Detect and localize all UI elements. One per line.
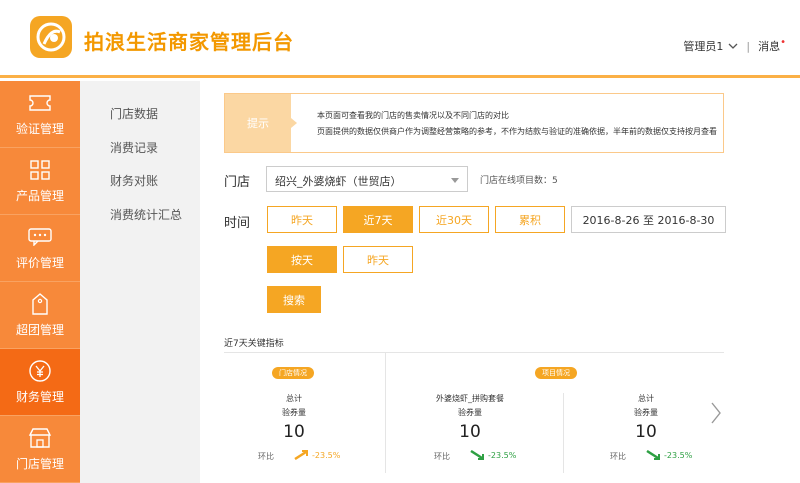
tip-label: 提示 [225,94,297,152]
main-nav: 验证管理 产品管理 评价管理 超团管理 财务管理 门店管理 [0,81,80,483]
subnav-item-reconciliation[interactable]: 财务对账 [110,172,158,189]
subnav-item-consumption-records[interactable]: 消费记录 [110,139,158,156]
store-select-value: 绍兴_外婆烧虾（世贸店） [275,175,402,188]
kpi-card-value: 10 [283,422,305,442]
nav-label: 评价管理 [15,255,64,270]
nav-label: 验证管理 [15,121,64,136]
kpi-card-change: -23.5% [488,451,517,460]
kpi-card-change: -23.5% [664,451,693,460]
trend-up-icon [294,450,308,460]
page: 拍浪生活商家管理后台 管理员1 | 消息 • 验证管理 产品管理 评价管理 超团… [0,0,800,483]
nav-item-reviews[interactable]: 评价管理 [0,215,80,282]
nav-item-finance[interactable]: 财务管理 [0,349,80,416]
nav-label: 门店管理 [15,456,64,471]
subnav-item-consumption-summary[interactable]: 消费统计汇总 [110,206,182,223]
kpi-card-metric: 验券量 [634,408,658,417]
chevron-right-icon[interactable] [710,401,722,425]
separator: | [746,39,751,53]
header: 拍浪生活商家管理后台 管理员1 | 消息 • [0,0,800,78]
sub-nav: 门店数据 消费记录 财务对账 消费统计汇总 [80,81,200,483]
kpi-card-compare-label: 环比 [434,452,450,461]
brand-title: 拍浪生活商家管理后台 [84,30,294,54]
time-cumulative-button[interactable]: 累积 [495,206,565,233]
caret-down-icon [451,178,459,183]
kpi-divider-vertical [563,393,564,473]
nav-item-groupbuy[interactable]: 超团管理 [0,282,80,349]
subnav-item-store-data[interactable]: 门店数据 [110,105,158,122]
store-status-badge: 门店情况 [272,367,314,379]
comment-icon [28,226,52,248]
logo [30,16,72,58]
kpi-card-metric: 验券量 [458,408,482,417]
user-menu[interactable]: 管理员1 [683,38,723,54]
search-button[interactable]: 搜索 [267,286,321,313]
nav-item-products[interactable]: 产品管理 [0,148,80,215]
kpi-card-compare-label: 环比 [258,452,274,461]
kpi-card-compare-label: 环比 [610,452,626,461]
kpi-card-name: 总计 [286,394,302,403]
time-last7-button[interactable]: 近7天 [343,206,413,233]
nav-item-verify[interactable]: 验证管理 [0,81,80,148]
store-label: 门店 [224,175,251,190]
tip-box: 提示 本页面可查看我的门店的售卖情况以及不同门店的对比 页面提供的数据仅供商户作… [224,93,724,153]
time-label: 时间 [224,216,251,231]
kpi-card-change: -23.5% [312,451,341,460]
tag-icon [32,292,48,315]
messages-link[interactable]: 消息 [758,38,780,54]
project-status-badge: 项目情况 [535,367,577,379]
date-range-input[interactable]: 2016-8-26 至 2016-8-30 [571,206,726,233]
ticket-icon [29,92,51,114]
kpi-card-name: 外婆烧虾_拼购套餐 [436,394,504,403]
nav-label: 财务管理 [15,389,64,404]
time-last30-button[interactable]: 近30天 [419,206,489,233]
kpi-title: 近7天关键指标 [224,339,284,349]
tip-line-2: 页面提供的数据仅供商户作为调整经营策略的参考，不作为结款与验证的准确依据，半年前… [317,127,717,136]
chevron-down-icon[interactable] [728,41,738,52]
unread-dot-icon: • [780,36,786,48]
main-content: 提示 本页面可查看我的门店的售卖情况以及不同门店的对比 页面提供的数据仅供商户作… [200,81,800,483]
store-select[interactable]: 绍兴_外婆烧虾（世贸店） [266,166,468,192]
kpi-card-name: 总计 [638,394,654,403]
nav-label: 超团管理 [15,322,64,337]
kpi-card-metric: 验券量 [282,408,306,417]
by-day-button[interactable]: 按天 [267,246,337,273]
grid-icon [30,159,50,181]
trend-down-icon [470,450,484,460]
store-icon [28,427,52,449]
nav-item-stores[interactable]: 门店管理 [0,416,80,483]
kpi-divider-vertical [385,353,386,473]
trend-down-icon [646,450,660,460]
time-yesterday-button[interactable]: 昨天 [267,206,337,233]
kpi-panel: 门店情况 项目情况 总计 验券量 10 环比 -23.5% 外婆烧虾_拼购套餐 … [224,353,724,473]
user-bar: 管理员1 | 消息 • [683,36,786,54]
tip-line-1: 本页面可查看我的门店的售卖情况以及不同门店的对比 [317,111,509,120]
yen-icon [29,359,51,382]
nav-label: 产品管理 [15,188,64,203]
store-project-count: 门店在线项目数：5 [480,176,558,186]
kpi-card-value: 10 [635,422,657,442]
granularity-yesterday-button[interactable]: 昨天 [343,246,413,273]
kpi-card-value: 10 [459,422,481,442]
